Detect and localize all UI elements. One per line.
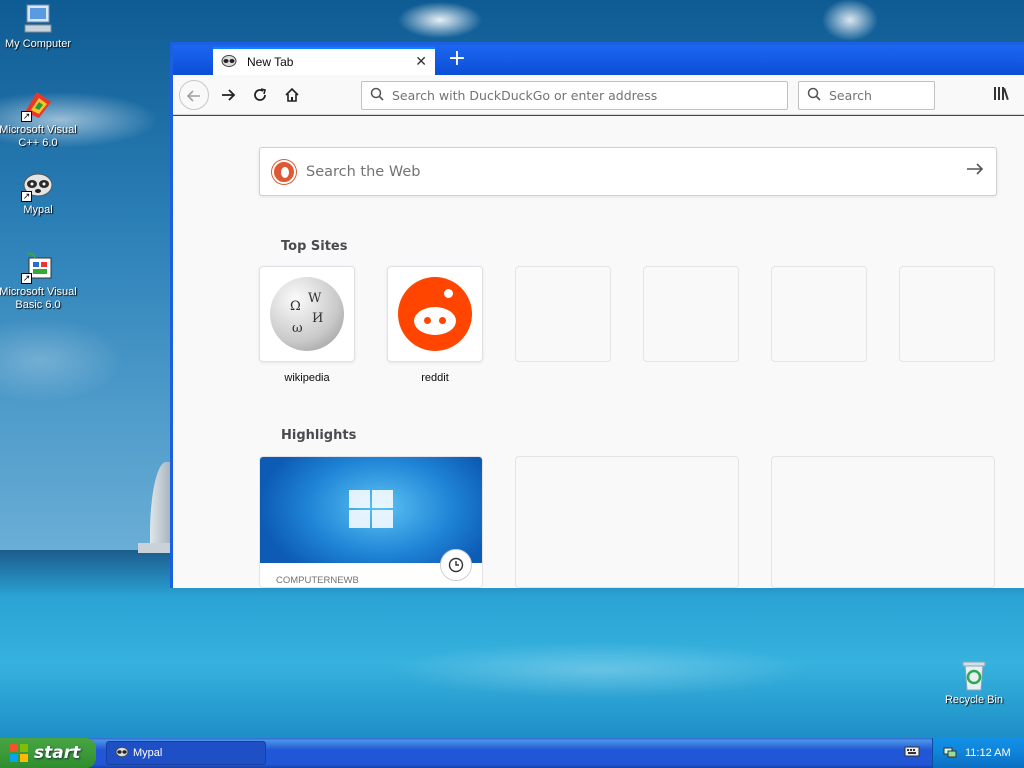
wikipedia-globe-icon: Ω W И ω	[270, 277, 344, 351]
desktop-icon-label: Microsoft Visual C++ 6.0	[0, 124, 77, 149]
visual-basic-icon: ↗	[21, 250, 55, 284]
network-icon[interactable]	[943, 745, 957, 762]
new-tab-button[interactable]: +	[443, 47, 471, 73]
new-tab-page: Search the Web Top Sites Ω W И ω wikiped…	[173, 116, 1024, 588]
desktop-icon-label: Recycle Bin	[944, 694, 1004, 706]
shortcut-arrow-icon: ↗	[21, 191, 32, 202]
search-bar[interactable]: Search	[798, 81, 935, 110]
library-icon[interactable]	[993, 85, 1011, 105]
highlights-heading: Highlights	[281, 428, 357, 443]
mypal-raccoon-icon: ↗	[21, 168, 55, 202]
desktop-icon-label: Microsoft Visual Basic 6.0	[0, 286, 77, 311]
desktop-icon-recycle-bin[interactable]: Recycle Bin	[934, 658, 1014, 707]
search-icon	[370, 87, 384, 104]
forward-arrow-icon[interactable]	[213, 80, 243, 110]
highlight-card[interactable]: COMPUTERNEWB	[259, 456, 483, 588]
visual-cpp-icon: ↗	[21, 88, 55, 122]
search-bar-placeholder: Search	[829, 88, 872, 103]
taskbar-item-label: Mypal	[133, 747, 163, 759]
top-site-wikipedia[interactable]: Ω W И ω	[259, 266, 355, 362]
address-bar[interactable]: Search with DuckDuckGo or enter address	[361, 81, 788, 110]
desktop-icon-visual-basic[interactable]: ↗ Microsoft Visual Basic 6.0	[0, 250, 78, 312]
tab-strip: New Tab ✕ +	[173, 45, 1024, 75]
tab-new-tab[interactable]: New Tab ✕	[213, 47, 435, 75]
mypal-favicon-icon	[115, 746, 129, 761]
web-search-box[interactable]: Search the Web	[259, 147, 997, 196]
top-sites-heading: Top Sites	[281, 239, 348, 254]
taskbar: start Mypal 11:12 AM	[0, 738, 1024, 768]
search-icon	[807, 87, 821, 104]
start-button[interactable]: start	[0, 738, 96, 768]
highlight-thumbnail	[260, 457, 482, 563]
windows-logo-icon	[349, 490, 395, 530]
desktop-icon-my-computer[interactable]: My Computer	[0, 2, 78, 51]
top-site-empty-slot[interactable]	[899, 266, 995, 362]
tab-title: New Tab	[247, 55, 294, 69]
recycle-bin-icon	[957, 658, 991, 692]
shortcut-arrow-icon: ↗	[21, 111, 32, 122]
highlight-empty-slot	[515, 456, 739, 588]
top-site-reddit[interactable]	[387, 266, 483, 362]
web-search-placeholder: Search the Web	[306, 163, 421, 180]
desktop-icon-label: My Computer	[4, 38, 72, 50]
top-site-empty-slot[interactable]	[771, 266, 867, 362]
navigation-toolbar: Search with DuckDuckGo or enter address …	[173, 75, 1024, 115]
reddit-logo-icon	[398, 277, 472, 351]
arrow-right-icon[interactable]	[966, 161, 984, 182]
shortcut-arrow-icon: ↗	[21, 273, 32, 284]
home-icon[interactable]	[277, 80, 307, 110]
reload-icon[interactable]	[245, 80, 275, 110]
duckduckgo-logo-icon	[272, 159, 296, 184]
top-site-label: wikipedia	[284, 372, 330, 384]
clock[interactable]: 11:12 AM	[965, 747, 1011, 759]
top-site-label: reddit	[421, 372, 449, 384]
top-site-empty-slot[interactable]	[515, 266, 611, 362]
mypal-favicon-icon	[221, 54, 237, 71]
browser-window: New Tab ✕ + Search with DuckDuckGo or en…	[170, 42, 1024, 588]
address-bar-placeholder: Search with DuckDuckGo or enter address	[392, 88, 658, 103]
desktop-icon-visual-cpp[interactable]: ↗ Microsoft Visual C++ 6.0	[0, 88, 78, 150]
system-tray: 11:12 AM	[932, 738, 1024, 768]
top-site-empty-slot[interactable]	[643, 266, 739, 362]
clock-icon	[440, 549, 472, 581]
computer-icon	[21, 2, 55, 36]
desktop-icon-mypal[interactable]: ↗ Mypal	[0, 168, 78, 217]
taskbar-item-mypal[interactable]: Mypal	[106, 741, 266, 765]
keyboard-icon[interactable]	[904, 745, 920, 761]
desktop-icon-label: Mypal	[23, 204, 53, 216]
windows-flag-icon	[10, 744, 28, 762]
highlight-empty-slot	[771, 456, 995, 588]
back-arrow-icon[interactable]	[179, 80, 209, 110]
sailboat-hull	[138, 543, 172, 553]
highlight-source: COMPUTERNEWB	[276, 575, 359, 586]
close-tab-icon[interactable]: ✕	[415, 54, 427, 70]
start-label: start	[34, 743, 81, 763]
